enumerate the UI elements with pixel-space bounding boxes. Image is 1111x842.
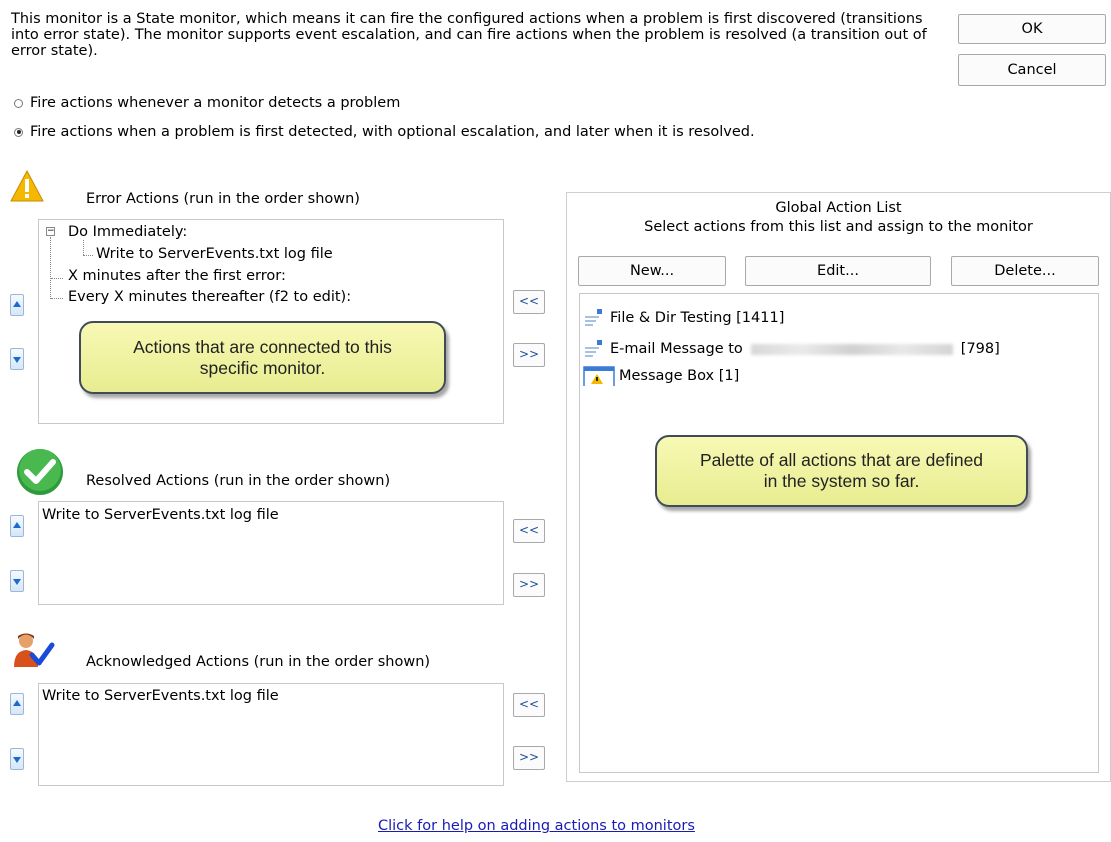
error-actions-list[interactable]: − Do Immediately: Write to ServerEvents.… <box>38 219 504 424</box>
radio-label: Fire actions whenever a monitor detects … <box>30 95 401 111</box>
callout-connected-actions: Actions that are connected to this speci… <box>79 321 446 394</box>
radio-label: Fire actions when a problem is first det… <box>30 124 755 140</box>
checkmark-icon <box>17 449 63 495</box>
radio-button[interactable] <box>14 98 23 108</box>
monitor-description: This monitor is a State monitor, which m… <box>11 11 927 59</box>
collapse-icon[interactable]: − <box>46 227 55 236</box>
error-actions-title: Error Actions (run in the order shown) <box>86 191 360 207</box>
move-down-button[interactable] <box>10 570 24 592</box>
tree-connector <box>50 237 51 299</box>
tree-connector <box>51 278 63 279</box>
remove-action-button[interactable]: >> <box>513 573 545 597</box>
user-check-icon <box>14 633 55 667</box>
cancel-button[interactable]: Cancel <box>958 54 1106 86</box>
action-label: File & Dir Testing [1411] <box>610 310 785 326</box>
add-action-button[interactable]: << <box>513 290 545 314</box>
tree-node-after-first[interactable]: X minutes after the first error: <box>68 268 286 284</box>
action-label: E-mail Message to <box>610 341 743 357</box>
list-item[interactable]: Write to ServerEvents.txt log file <box>42 688 279 704</box>
help-link[interactable]: Click for help on adding actions to moni… <box>378 818 695 834</box>
warning-icon <box>10 170 44 202</box>
new-action-button[interactable]: New... <box>578 256 726 286</box>
add-action-button[interactable]: << <box>513 519 545 543</box>
global-action-panel: Global Action List Select actions from t… <box>566 192 1111 782</box>
list-item[interactable]: Message Box [1] <box>583 366 739 386</box>
radio-fire-state[interactable]: Fire actions when a problem is first det… <box>14 124 755 140</box>
callout-text: Actions that are connected to this speci… <box>133 336 392 378</box>
tree-connector <box>51 298 63 299</box>
action-label: Message Box [1] <box>619 368 740 384</box>
add-action-button[interactable]: << <box>513 693 545 717</box>
document-icon <box>585 309 602 326</box>
global-list-subtitle: Select actions from this list and assign… <box>644 219 1033 235</box>
tree-connector <box>83 240 84 255</box>
tree-connector <box>83 255 93 256</box>
redacted-address <box>750 343 953 355</box>
delete-action-button[interactable]: Delete... <box>951 256 1099 286</box>
move-up-button[interactable] <box>10 294 24 316</box>
move-up-button[interactable] <box>10 515 24 537</box>
ok-button[interactable]: OK <box>958 14 1106 44</box>
resolved-actions-title: Resolved Actions (run in the order shown… <box>86 473 391 489</box>
warning-window-icon <box>583 366 615 386</box>
acknowledged-actions-title: Acknowledged Actions (run in the order s… <box>86 654 431 670</box>
callout-palette: Palette of all actions that are defined … <box>655 435 1028 507</box>
list-item[interactable]: Write to ServerEvents.txt log file <box>42 507 279 523</box>
tree-node-every[interactable]: Every X minutes thereafter (f2 to edit): <box>68 289 351 305</box>
global-actions-list[interactable]: File & Dir Testing [1411] E-mail Message… <box>579 293 1099 773</box>
global-list-title: Global Action List <box>775 200 902 216</box>
callout-text: Palette of all actions that are defined … <box>699 450 984 491</box>
move-down-button[interactable] <box>10 748 24 770</box>
radio-fire-always[interactable]: Fire actions whenever a monitor detects … <box>14 95 400 111</box>
remove-action-button[interactable]: >> <box>513 343 545 367</box>
tree-node-action[interactable]: Write to ServerEvents.txt log file <box>96 246 333 262</box>
list-item[interactable]: File & Dir Testing [1411] <box>583 308 784 328</box>
document-icon <box>585 340 602 357</box>
radio-button-selected[interactable] <box>14 127 23 137</box>
list-item[interactable]: E-mail Message to [798] <box>583 339 1000 359</box>
tree-node-do-immediately[interactable]: Do Immediately: <box>68 224 187 240</box>
remove-action-button[interactable]: >> <box>513 746 545 770</box>
resolved-actions-list[interactable]: Write to ServerEvents.txt log file <box>38 501 504 605</box>
acknowledged-actions-list[interactable]: Write to ServerEvents.txt log file <box>38 683 504 786</box>
move-down-button[interactable] <box>10 348 24 370</box>
action-count: [798] <box>960 341 1000 357</box>
move-up-button[interactable] <box>10 693 24 715</box>
edit-action-button[interactable]: Edit... <box>745 256 931 286</box>
